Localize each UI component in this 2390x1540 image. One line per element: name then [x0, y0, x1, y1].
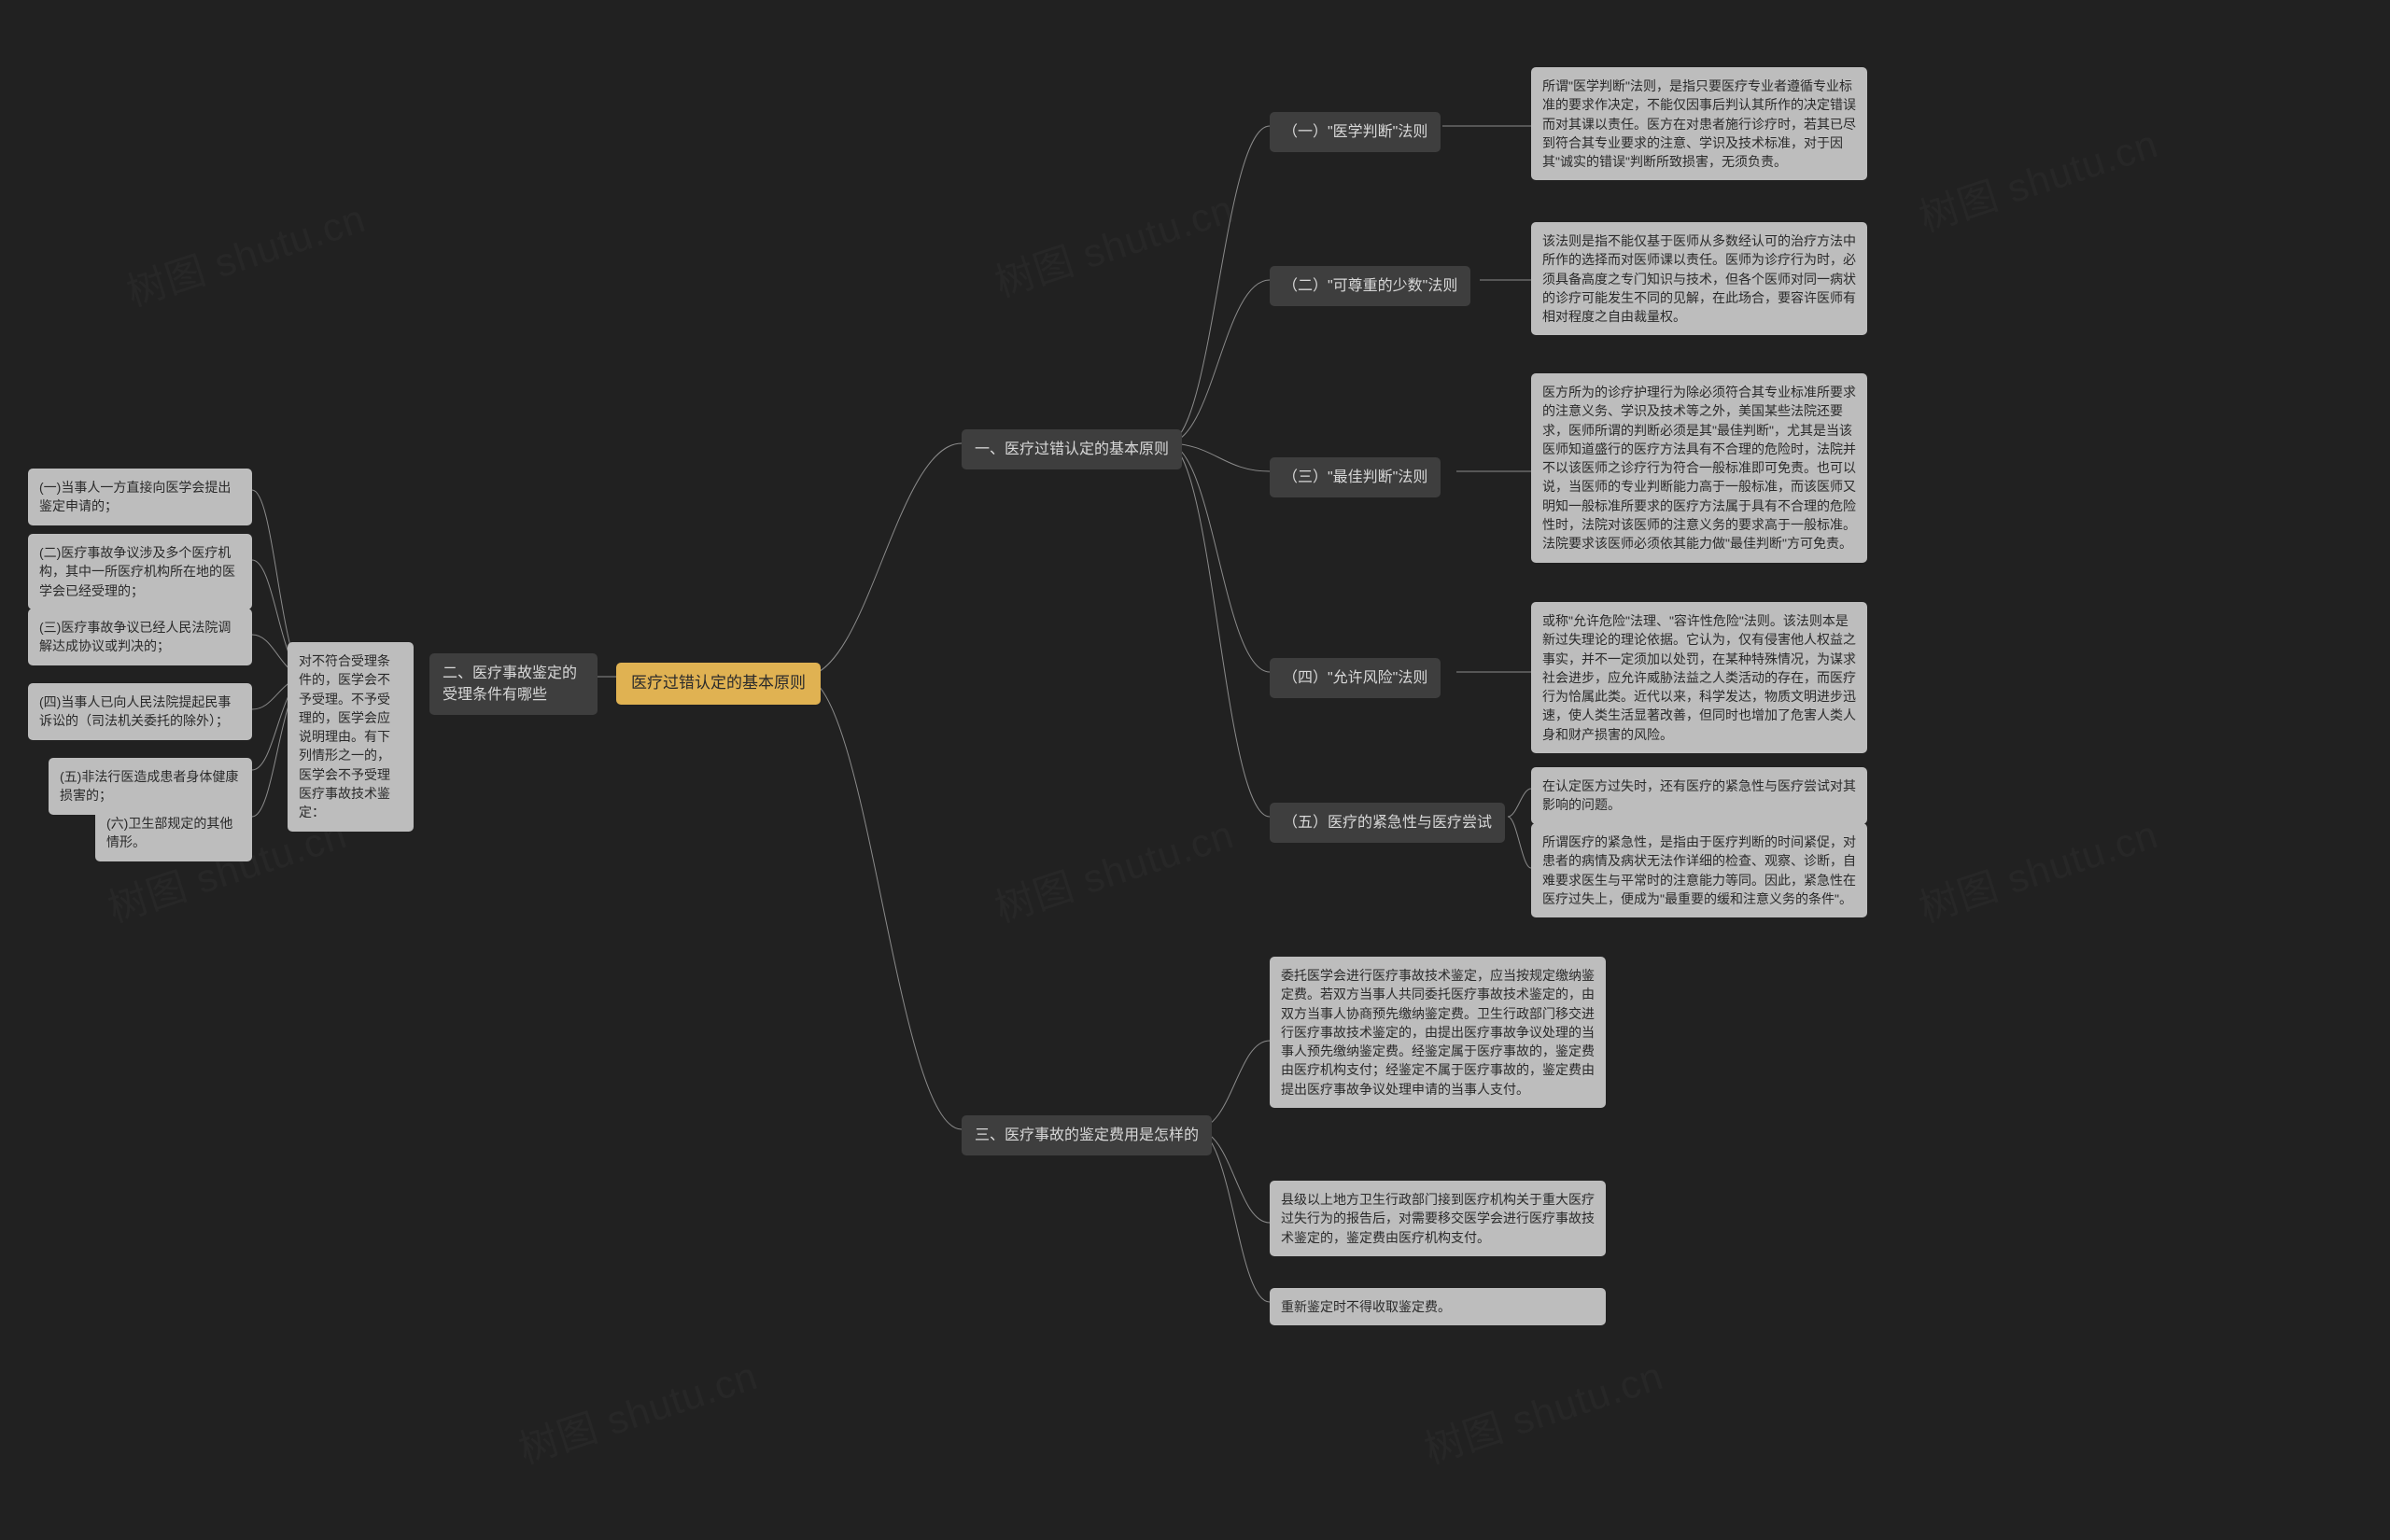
- b1-c1-title[interactable]: （一）"医学判断"法则: [1270, 112, 1441, 152]
- b2-l6: (六)卫生部规定的其他情形。: [95, 805, 252, 861]
- watermark: 树图 shutu.cn: [1416, 1344, 1669, 1475]
- watermark: 树图 shutu.cn: [1911, 803, 2164, 933]
- b2-l3: (三)医疗事故争议已经人民法院调解达成协议或判决的；: [28, 609, 252, 665]
- b1-c5-text2: 所谓医疗的紧急性，是指由于医疗判断的时间紧促，对患者的病情及病状无法作详细的检查…: [1531, 823, 1867, 917]
- b3-text1: 委托医学会进行医疗事故技术鉴定，应当按规定缴纳鉴定费。若双方当事人共同委托医疗事…: [1270, 957, 1606, 1108]
- b1-c4-text: 或称"允许危险"法理、"容许性危险"法则。该法则本是新过失理论的理论依据。它认为…: [1531, 602, 1867, 753]
- b1-c2-title[interactable]: （二）"可尊重的少数"法则: [1270, 266, 1470, 306]
- b1-c4-title[interactable]: （四）"允许风险"法则: [1270, 658, 1441, 698]
- watermark: 树图 shutu.cn: [511, 1344, 764, 1475]
- root-node[interactable]: 医疗过错认定的基本原则: [616, 663, 821, 705]
- b3-text3: 重新鉴定时不得收取鉴定费。: [1270, 1288, 1606, 1325]
- branch-2[interactable]: 二、医疗事故鉴定的受理条件有哪些: [429, 653, 598, 715]
- b1-c5-title[interactable]: （五）医疗的紧急性与医疗尝试: [1270, 803, 1505, 843]
- b1-c5-text1: 在认定医方过失时，还有医疗的紧急性与医疗尝试对其影响的问题。: [1531, 767, 1867, 824]
- watermark: 树图 shutu.cn: [119, 187, 372, 317]
- b2-l2: (二)医疗事故争议涉及多个医疗机构，其中一所医疗机构所在地的医学会已经受理的；: [28, 534, 252, 609]
- watermark: 树图 shutu.cn: [1911, 112, 2164, 243]
- branch-1[interactable]: 一、医疗过错认定的基本原则: [962, 429, 1182, 469]
- branch-3[interactable]: 三、医疗事故的鉴定费用是怎样的: [962, 1115, 1212, 1155]
- b1-c3-text: 医方所为的诊疗护理行为除必须符合其专业标准所要求的注意义务、学识及技术等之外，美…: [1531, 373, 1867, 563]
- b1-c1-text: 所谓"医学判断"法则，是指只要医疗专业者遵循专业标准的要求作决定，不能仅因事后判…: [1531, 67, 1867, 180]
- b1-c3-title[interactable]: （三）"最佳判断"法则: [1270, 457, 1441, 497]
- b2-l1: (一)当事人一方直接向医学会提出鉴定申请的；: [28, 469, 252, 525]
- b2-l4: (四)当事人已向人民法院提起民事诉讼的（司法机关委托的除外）；: [28, 683, 252, 740]
- watermark: 树图 shutu.cn: [987, 177, 1240, 308]
- b1-c2-text: 该法则是指不能仅基于医师从多数经认可的治疗方法中所作的选择而对医师课以责任。医师…: [1531, 222, 1867, 335]
- b2-intro: 对不符合受理条件的，医学会不予受理。不予受理的，医学会应说明理由。有下列情形之一…: [288, 642, 414, 832]
- b3-text2: 县级以上地方卫生行政部门接到医疗机构关于重大医疗过失行为的报告后，对需要移交医学…: [1270, 1181, 1606, 1256]
- watermark: 树图 shutu.cn: [987, 803, 1240, 933]
